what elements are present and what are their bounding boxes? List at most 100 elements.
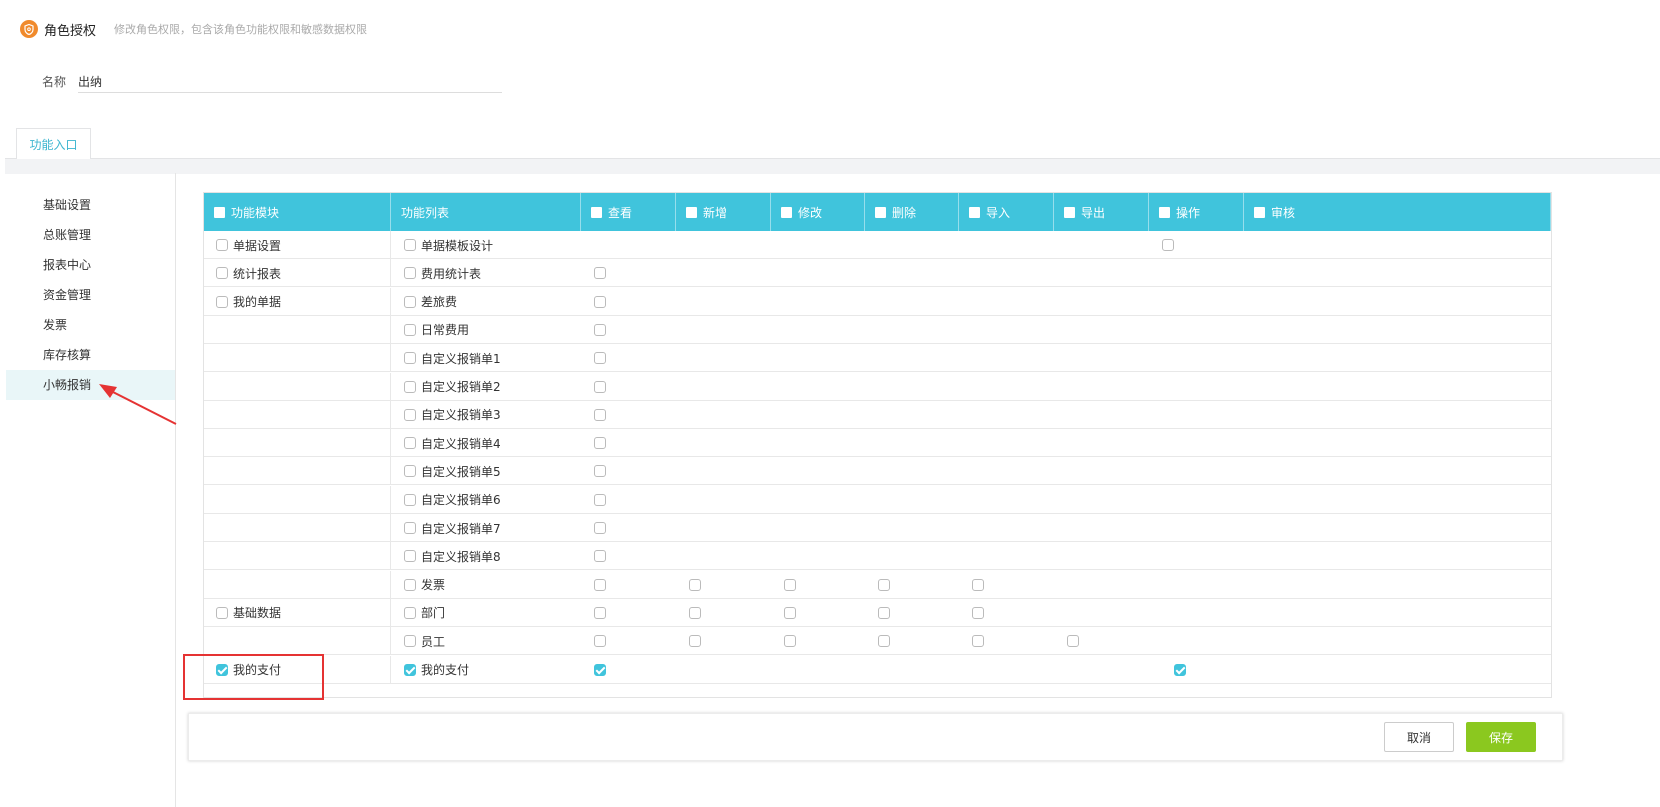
function-checkbox[interactable] bbox=[404, 295, 416, 308]
table-row: 发票 bbox=[204, 570, 1551, 599]
module-checkbox[interactable] bbox=[216, 606, 228, 619]
module-cell bbox=[204, 570, 391, 599]
permission-checkbox-删除[interactable] bbox=[878, 606, 890, 619]
function-checkbox[interactable] bbox=[404, 578, 416, 591]
function-label: 自定义报销单3 bbox=[421, 408, 501, 423]
function-checkbox[interactable] bbox=[404, 635, 416, 648]
function-checkbox[interactable] bbox=[404, 493, 416, 506]
module-cell bbox=[204, 400, 391, 429]
function-checkbox[interactable] bbox=[404, 408, 416, 421]
function-checkbox[interactable] bbox=[404, 663, 416, 676]
sidebar-item-ledger[interactable]: 总账管理 bbox=[0, 220, 175, 250]
header-checkbox[interactable] bbox=[214, 206, 225, 218]
function-cell: 员工 bbox=[391, 627, 445, 655]
sidebar-item-funds[interactable]: 资金管理 bbox=[0, 280, 175, 310]
permission-checkbox-查看[interactable] bbox=[594, 380, 606, 393]
function-checkbox[interactable] bbox=[404, 606, 416, 619]
permission-checkbox-新增[interactable] bbox=[689, 578, 701, 591]
function-checkbox[interactable] bbox=[404, 437, 416, 450]
column-header-label: 审核 bbox=[1271, 205, 1296, 220]
permission-checkbox-查看[interactable] bbox=[594, 295, 606, 308]
permission-checkbox-查看[interactable] bbox=[594, 352, 606, 365]
permission-checkbox-新增[interactable] bbox=[689, 635, 701, 648]
function-checkbox[interactable] bbox=[404, 352, 416, 365]
permission-checkbox-查看[interactable] bbox=[594, 267, 606, 280]
function-cell: 我的支付 bbox=[391, 656, 469, 684]
permission-checkbox-修改[interactable] bbox=[784, 635, 796, 648]
header-checkbox[interactable] bbox=[781, 206, 792, 218]
function-cell: 自定义报销单4 bbox=[391, 429, 501, 457]
column-header-label: 查看 bbox=[608, 205, 633, 220]
function-checkbox[interactable] bbox=[404, 550, 416, 563]
column-header-label: 新增 bbox=[703, 205, 728, 220]
column-header-9[interactable]: 审核 bbox=[1244, 193, 1551, 231]
permission-checkbox-导出[interactable] bbox=[1067, 635, 1079, 648]
function-checkbox[interactable] bbox=[404, 522, 416, 534]
permission-checkbox-操作[interactable] bbox=[1162, 239, 1174, 251]
column-header-label: 功能列表 bbox=[401, 205, 450, 220]
permission-checkbox-新增[interactable] bbox=[689, 606, 701, 619]
permission-checkbox-查看[interactable] bbox=[594, 606, 606, 619]
function-checkbox[interactable] bbox=[404, 465, 416, 478]
permission-checkbox-查看[interactable] bbox=[594, 493, 606, 506]
permission-checkbox-查看[interactable] bbox=[594, 437, 606, 450]
permission-checkbox-删除[interactable] bbox=[878, 578, 890, 591]
permission-checkbox-导入[interactable] bbox=[972, 606, 984, 619]
cancel-button[interactable]: 取消 bbox=[1384, 722, 1454, 752]
module-checkbox[interactable] bbox=[216, 295, 228, 308]
header-checkbox[interactable] bbox=[875, 206, 886, 218]
permission-checkbox-查看[interactable] bbox=[594, 635, 606, 648]
page-subtitle: 修改角色权限，包含该角色功能权限和敏感数据权限 bbox=[114, 23, 368, 36]
name-input[interactable] bbox=[78, 70, 503, 93]
header-checkbox[interactable] bbox=[686, 206, 697, 218]
column-header-6[interactable]: 导入 bbox=[959, 193, 1054, 231]
column-header-7[interactable]: 导出 bbox=[1054, 193, 1149, 231]
sidebar-item-invoice[interactable]: 发票 bbox=[0, 310, 175, 340]
column-header-3[interactable]: 新增 bbox=[676, 193, 771, 231]
tab-function-entry[interactable]: 功能入口 bbox=[16, 128, 91, 159]
permission-checkbox-导入[interactable] bbox=[972, 635, 984, 648]
function-cell: 自定义报销单2 bbox=[391, 373, 501, 401]
table-row: 自定义报销单8 bbox=[204, 542, 1551, 571]
column-header-4[interactable]: 修改 bbox=[771, 193, 865, 231]
function-cell: 自定义报销单3 bbox=[391, 401, 501, 429]
function-checkbox[interactable] bbox=[404, 239, 416, 251]
column-header-0[interactable]: 功能模块 bbox=[204, 193, 391, 231]
header-checkbox[interactable] bbox=[1254, 206, 1265, 218]
function-cell: 费用统计表 bbox=[391, 259, 481, 287]
function-checkbox[interactable] bbox=[404, 267, 416, 280]
sidebar-item-basic-settings[interactable]: 基础设置 bbox=[0, 190, 175, 220]
header-checkbox[interactable] bbox=[1064, 206, 1075, 218]
function-label: 自定义报销单8 bbox=[421, 549, 501, 564]
save-button[interactable]: 保存 bbox=[1466, 722, 1536, 752]
permission-checkbox-查看[interactable] bbox=[594, 323, 606, 336]
permission-checkbox-查看[interactable] bbox=[594, 408, 606, 421]
sidebar-divider bbox=[175, 173, 176, 807]
function-cell: 自定义报销单7 bbox=[391, 514, 501, 542]
permission-checkbox-修改[interactable] bbox=[784, 578, 796, 591]
sidebar-item-reports[interactable]: 报表中心 bbox=[0, 250, 175, 280]
permission-checkbox-修改[interactable] bbox=[784, 606, 796, 619]
column-header-8[interactable]: 操作 bbox=[1149, 193, 1244, 231]
permission-checkbox-查看[interactable] bbox=[594, 465, 606, 478]
table-row: 自定义报销单3 bbox=[204, 400, 1551, 429]
permission-checkbox-查看[interactable] bbox=[594, 578, 606, 591]
column-header-5[interactable]: 删除 bbox=[865, 193, 959, 231]
header-checkbox[interactable] bbox=[1159, 206, 1170, 218]
permission-checkbox-删除[interactable] bbox=[878, 635, 890, 648]
module-checkbox[interactable] bbox=[216, 267, 228, 280]
permission-checkbox-查看[interactable] bbox=[594, 663, 606, 676]
header-checkbox[interactable] bbox=[969, 206, 980, 218]
permission-checkbox-查看[interactable] bbox=[594, 522, 606, 534]
permission-checkbox-操作[interactable] bbox=[1174, 663, 1186, 676]
function-label: 费用统计表 bbox=[421, 266, 482, 281]
module-label: 统计报表 bbox=[233, 266, 282, 281]
permission-checkbox-导入[interactable] bbox=[972, 578, 984, 591]
column-header-2[interactable]: 查看 bbox=[581, 193, 676, 231]
sidebar-item-inventory[interactable]: 库存核算 bbox=[0, 340, 175, 370]
function-checkbox[interactable] bbox=[404, 380, 416, 393]
header-checkbox[interactable] bbox=[591, 206, 602, 218]
function-checkbox[interactable] bbox=[404, 323, 416, 336]
permission-checkbox-查看[interactable] bbox=[594, 550, 606, 563]
module-checkbox[interactable] bbox=[216, 239, 228, 251]
